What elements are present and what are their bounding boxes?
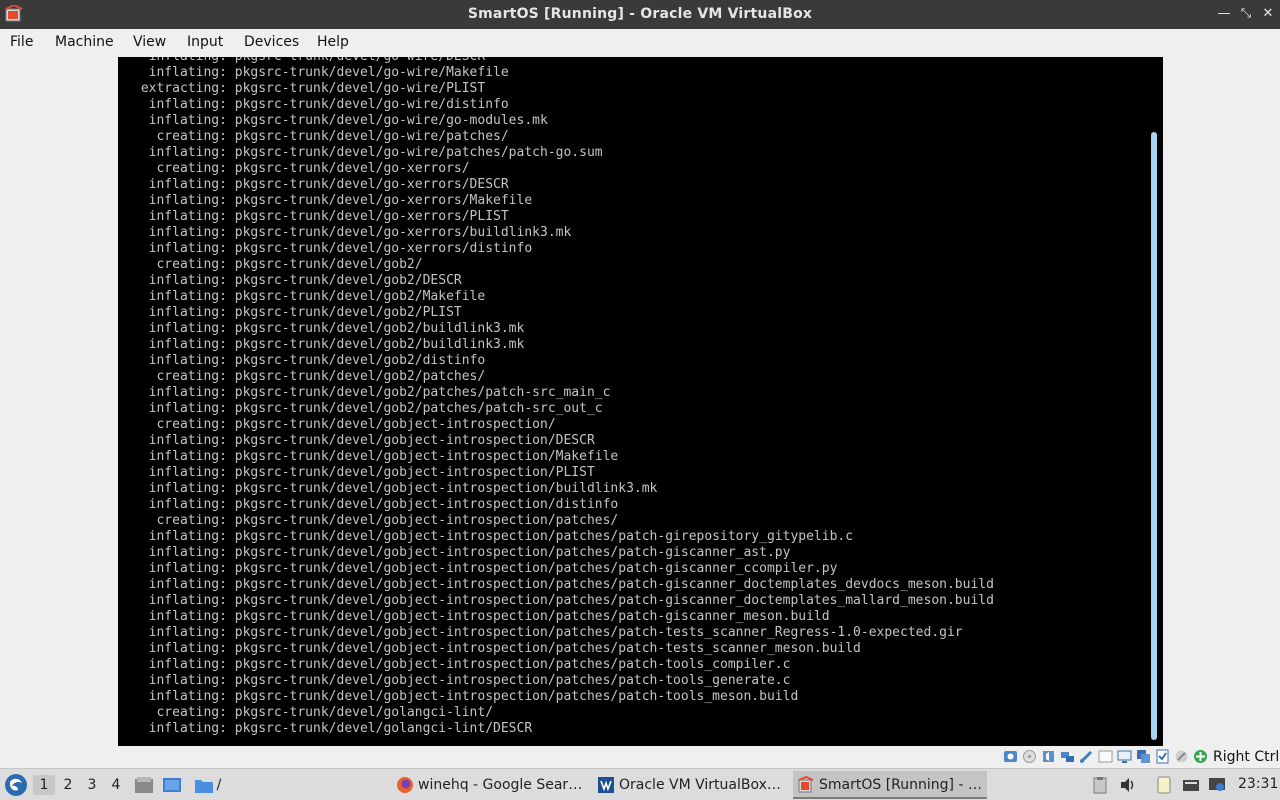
display-icon[interactable] [1117,749,1132,764]
network-icon[interactable] [1060,749,1075,764]
console-line: inflating: pkgsrc-trunk/devel/gobject-in… [133,593,994,608]
close-button[interactable]: ✕ [1258,4,1278,24]
clipboard-icon[interactable] [1091,776,1109,794]
usb-icon[interactable] [1079,749,1094,764]
console-line: inflating: pkgsrc-trunk/devel/gob2/build… [133,337,525,352]
console-output: inflating: pkgsrc-trunk/devel/go-wire/DE… [133,57,994,737]
console-line: inflating: pkgsrc-trunk/devel/gob2/build… [133,321,525,336]
virtualbox-vm-icon [798,776,814,793]
keyboard-layout-icon[interactable] [1182,776,1200,794]
task-virtualbox-manager[interactable]: Oracle VM VirtualBox… [593,771,787,799]
menu-view[interactable]: View [133,34,166,50]
folder-icon[interactable] [194,776,214,794]
console-line: creating: pkgsrc-trunk/devel/go-xerrors/ [133,161,470,176]
optical-drive-icon[interactable] [1022,749,1037,764]
vm-console[interactable]: inflating: pkgsrc-trunk/devel/go-wire/DE… [118,57,1163,746]
console-line: creating: pkgsrc-trunk/devel/golangci-li… [133,705,494,720]
console-line: inflating: pkgsrc-trunk/devel/gobject-in… [133,433,595,448]
firefox-icon [397,777,413,793]
console-line: inflating: pkgsrc-trunk/devel/gobject-in… [133,449,619,464]
minimize-button[interactable]: — [1214,4,1234,24]
console-line: inflating: pkgsrc-trunk/devel/go-xerrors… [133,209,509,224]
vm-status-bar: Right Ctrl [0,746,1280,768]
console-line: creating: pkgsrc-trunk/devel/go-wire/pat… [133,129,509,144]
console-line: inflating: pkgsrc-trunk/devel/go-wire/pa… [133,145,603,160]
network-status-icon[interactable] [1208,776,1226,794]
menu-file[interactable]: File [10,34,33,50]
clock[interactable]: 23:31 [1238,776,1278,792]
console-line: inflating: pkgsrc-trunk/devel/go-wire/di… [133,97,509,112]
desktop-4-button[interactable]: 4 [105,775,127,795]
audio-icon[interactable] [1041,749,1056,764]
volume-icon[interactable] [1119,776,1137,794]
task-label: Oracle VM VirtualBox… [619,777,781,793]
console-line: inflating: pkgsrc-trunk/devel/go-xerrors… [133,193,533,208]
menu-input[interactable]: Input [187,34,223,50]
console-line: inflating: pkgsrc-trunk/devel/gobject-in… [133,577,994,592]
taskbar: 1 2 3 4 / winehq - Google Sear… Oracle V… [0,768,1280,800]
desktop-2-button[interactable]: 2 [57,775,79,795]
console-line: inflating: pkgsrc-trunk/devel/gob2/PLIST [133,305,462,320]
console-line: inflating: pkgsrc-trunk/devel/gobject-in… [133,481,658,496]
window-titlebar[interactable]: SmartOS [Running] - Oracle VM VirtualBox… [0,0,1280,29]
cpu-icon[interactable] [1155,749,1170,764]
console-line: creating: pkgsrc-trunk/devel/gob2/patche… [133,369,486,384]
maximize-button[interactable]: ⤡ [1236,4,1256,24]
console-line: inflating: pkgsrc-trunk/devel/go-xerrors… [133,177,509,192]
menu-machine[interactable]: Machine [55,34,114,50]
console-line: inflating: pkgsrc-trunk/devel/gobject-in… [133,545,791,560]
desktop-1-button[interactable]: 1 [33,775,55,795]
task-label: SmartOS [Running] - … [819,777,982,793]
hard-disk-icon[interactable] [1003,749,1018,764]
host-key-label[interactable]: Right Ctrl [1213,749,1279,765]
console-line: creating: pkgsrc-trunk/devel/gob2/ [133,257,423,272]
keyboard-icon[interactable] [1193,749,1208,764]
mouse-integration-icon[interactable] [1174,749,1189,764]
vm-display-area: inflating: pkgsrc-trunk/devel/go-wire/DE… [0,56,1280,746]
console-line: inflating: pkgsrc-trunk/devel/gobject-in… [133,529,854,544]
window-title: SmartOS [Running] - Oracle VM VirtualBox [467,6,813,22]
console-line: inflating: pkgsrc-trunk/devel/gobject-in… [133,465,595,480]
console-line: inflating: pkgsrc-trunk/devel/go-wire/DE… [133,57,994,65]
console-line: inflating: pkgsrc-trunk/devel/gob2/patch… [133,385,611,400]
menu-bar: File Machine View Input Devices Help [0,29,1280,56]
console-line: inflating: pkgsrc-trunk/devel/gob2/disti… [133,353,486,368]
console-line: inflating: pkgsrc-trunk/devel/gobject-in… [133,657,791,672]
console-line: inflating: pkgsrc-trunk/devel/gobject-in… [133,609,830,624]
task-firefox[interactable]: winehq - Google Sear… [392,771,586,799]
console-line: inflating: pkgsrc-trunk/devel/gobject-in… [133,641,861,656]
console-line: inflating: pkgsrc-trunk/devel/golangci-l… [133,721,533,736]
console-line: inflating: pkgsrc-trunk/devel/go-wire/Ma… [133,65,509,80]
virtualbox-manager-icon [598,777,614,793]
console-line: creating: pkgsrc-trunk/devel/gobject-int… [133,513,619,528]
console-line: inflating: pkgsrc-trunk/devel/gobject-in… [133,625,963,640]
task-smartos-vm[interactable]: SmartOS [Running] - … [793,771,987,799]
shared-folders-icon[interactable] [1098,749,1113,764]
menu-help[interactable]: Help [317,34,349,50]
console-line: inflating: pkgsrc-trunk/devel/gobject-in… [133,689,799,704]
console-line: inflating: pkgsrc-trunk/devel/go-wire/go… [133,113,548,128]
console-line: inflating: pkgsrc-trunk/devel/gob2/Makef… [133,289,486,304]
notes-icon[interactable] [1155,776,1173,794]
console-line: inflating: pkgsrc-trunk/devel/gob2/patch… [133,401,603,416]
show-desktop-icon[interactable] [162,776,182,794]
console-line: inflating: pkgsrc-trunk/devel/gobject-in… [133,497,619,512]
console-line: creating: pkgsrc-trunk/devel/gobject-int… [133,417,556,432]
task-label: winehq - Google Sear… [418,777,583,793]
console-line: inflating: pkgsrc-trunk/devel/gobject-in… [133,561,838,576]
console-line: inflating: pkgsrc-trunk/devel/go-xerrors… [133,241,533,256]
console-scrollbar[interactable] [1151,132,1157,740]
console-line: extracting: pkgsrc-trunk/devel/go-wire/P… [133,81,486,96]
start-menu-icon[interactable] [4,773,28,797]
desktop-3-button[interactable]: 3 [81,775,103,795]
file-manager-icon[interactable] [134,776,154,794]
folder-path-label[interactable]: / [212,775,226,795]
console-line: inflating: pkgsrc-trunk/devel/gob2/DESCR [133,273,462,288]
menu-devices[interactable]: Devices [244,34,299,50]
console-line: inflating: pkgsrc-trunk/devel/gobject-in… [133,673,791,688]
console-line: inflating: pkgsrc-trunk/devel/go-xerrors… [133,225,572,240]
recording-icon[interactable] [1136,749,1151,764]
